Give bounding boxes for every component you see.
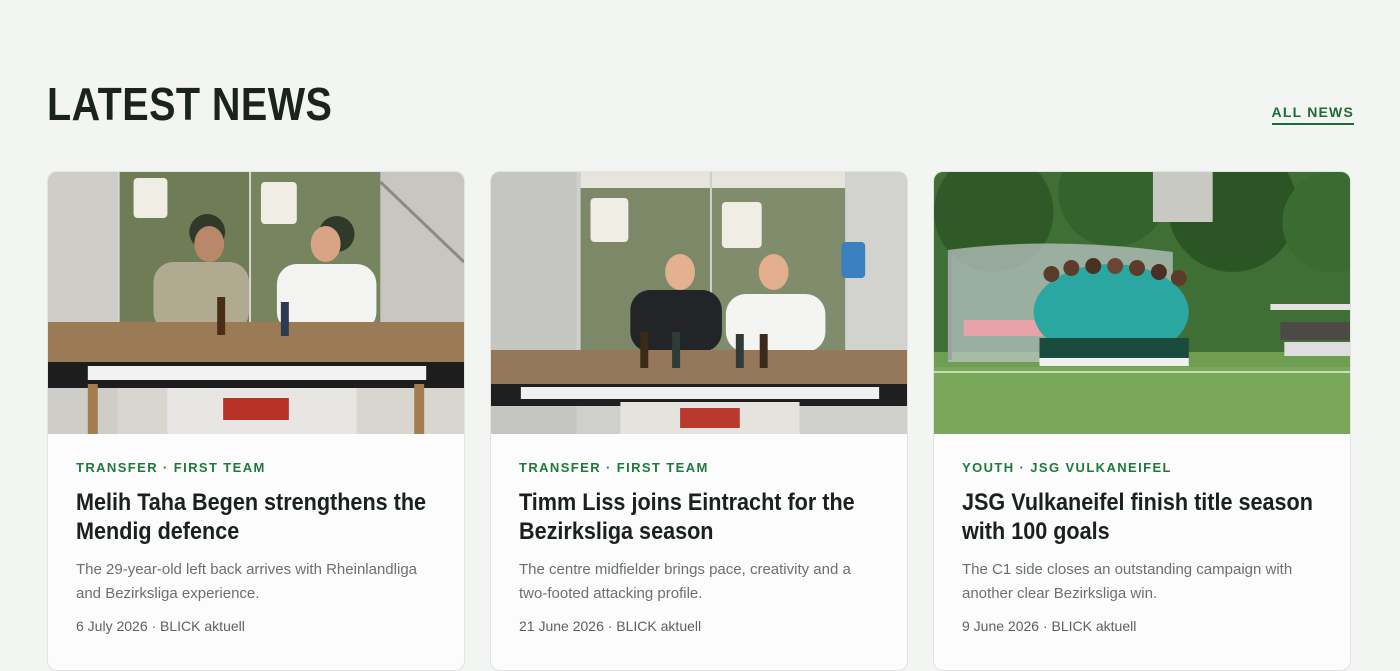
article-excerpt: The C1 side closes an outstanding campai… (962, 561, 1293, 602)
section-header: LATEST NEWS ALL NEWS (47, 78, 1354, 138)
page-title: LATEST NEWS (47, 78, 333, 130)
article-meta: 6 July 2026 · BLICK aktuell (76, 618, 245, 634)
all-news-link[interactable]: ALL NEWS (1271, 104, 1354, 125)
article-category[interactable]: TRANSFER · FIRST TEAM (76, 460, 436, 476)
article-title[interactable]: Melih Taha Begen strengthens the Mendig … (76, 488, 436, 546)
article-meta: 21 June 2026 · BLICK aktuell (519, 618, 702, 634)
article-category[interactable]: YOUTH · JSG VULKANEIFEL (962, 460, 1322, 476)
article-excerpt: The centre midfielder brings pace, creat… (519, 561, 851, 602)
article-meta: 9 June 2026 · BLICK aktuell (962, 618, 1137, 634)
news-cards: TRANSFER · FIRST TEAM Melih Taha Begen s… (47, 171, 1351, 671)
article-title[interactable]: Timm Liss joins Eintracht for the Bezirk… (519, 488, 879, 546)
news-card[interactable]: TRANSFER · FIRST TEAM Timm Liss joins Ei… (490, 171, 908, 671)
news-card[interactable]: YOUTH · JSG VULKANEIFEL JSG Vulkaneifel … (933, 171, 1351, 671)
news-image[interactable] (491, 172, 907, 434)
article-category[interactable]: TRANSFER · FIRST TEAM (519, 460, 879, 476)
article-title[interactable]: JSG Vulkaneifel finish title season with… (962, 488, 1322, 546)
news-card[interactable]: TRANSFER · FIRST TEAM Melih Taha Begen s… (47, 171, 465, 671)
news-image[interactable] (934, 172, 1350, 434)
article-excerpt: The 29-year-old left back arrives with R… (76, 561, 418, 602)
news-image[interactable] (48, 172, 464, 434)
